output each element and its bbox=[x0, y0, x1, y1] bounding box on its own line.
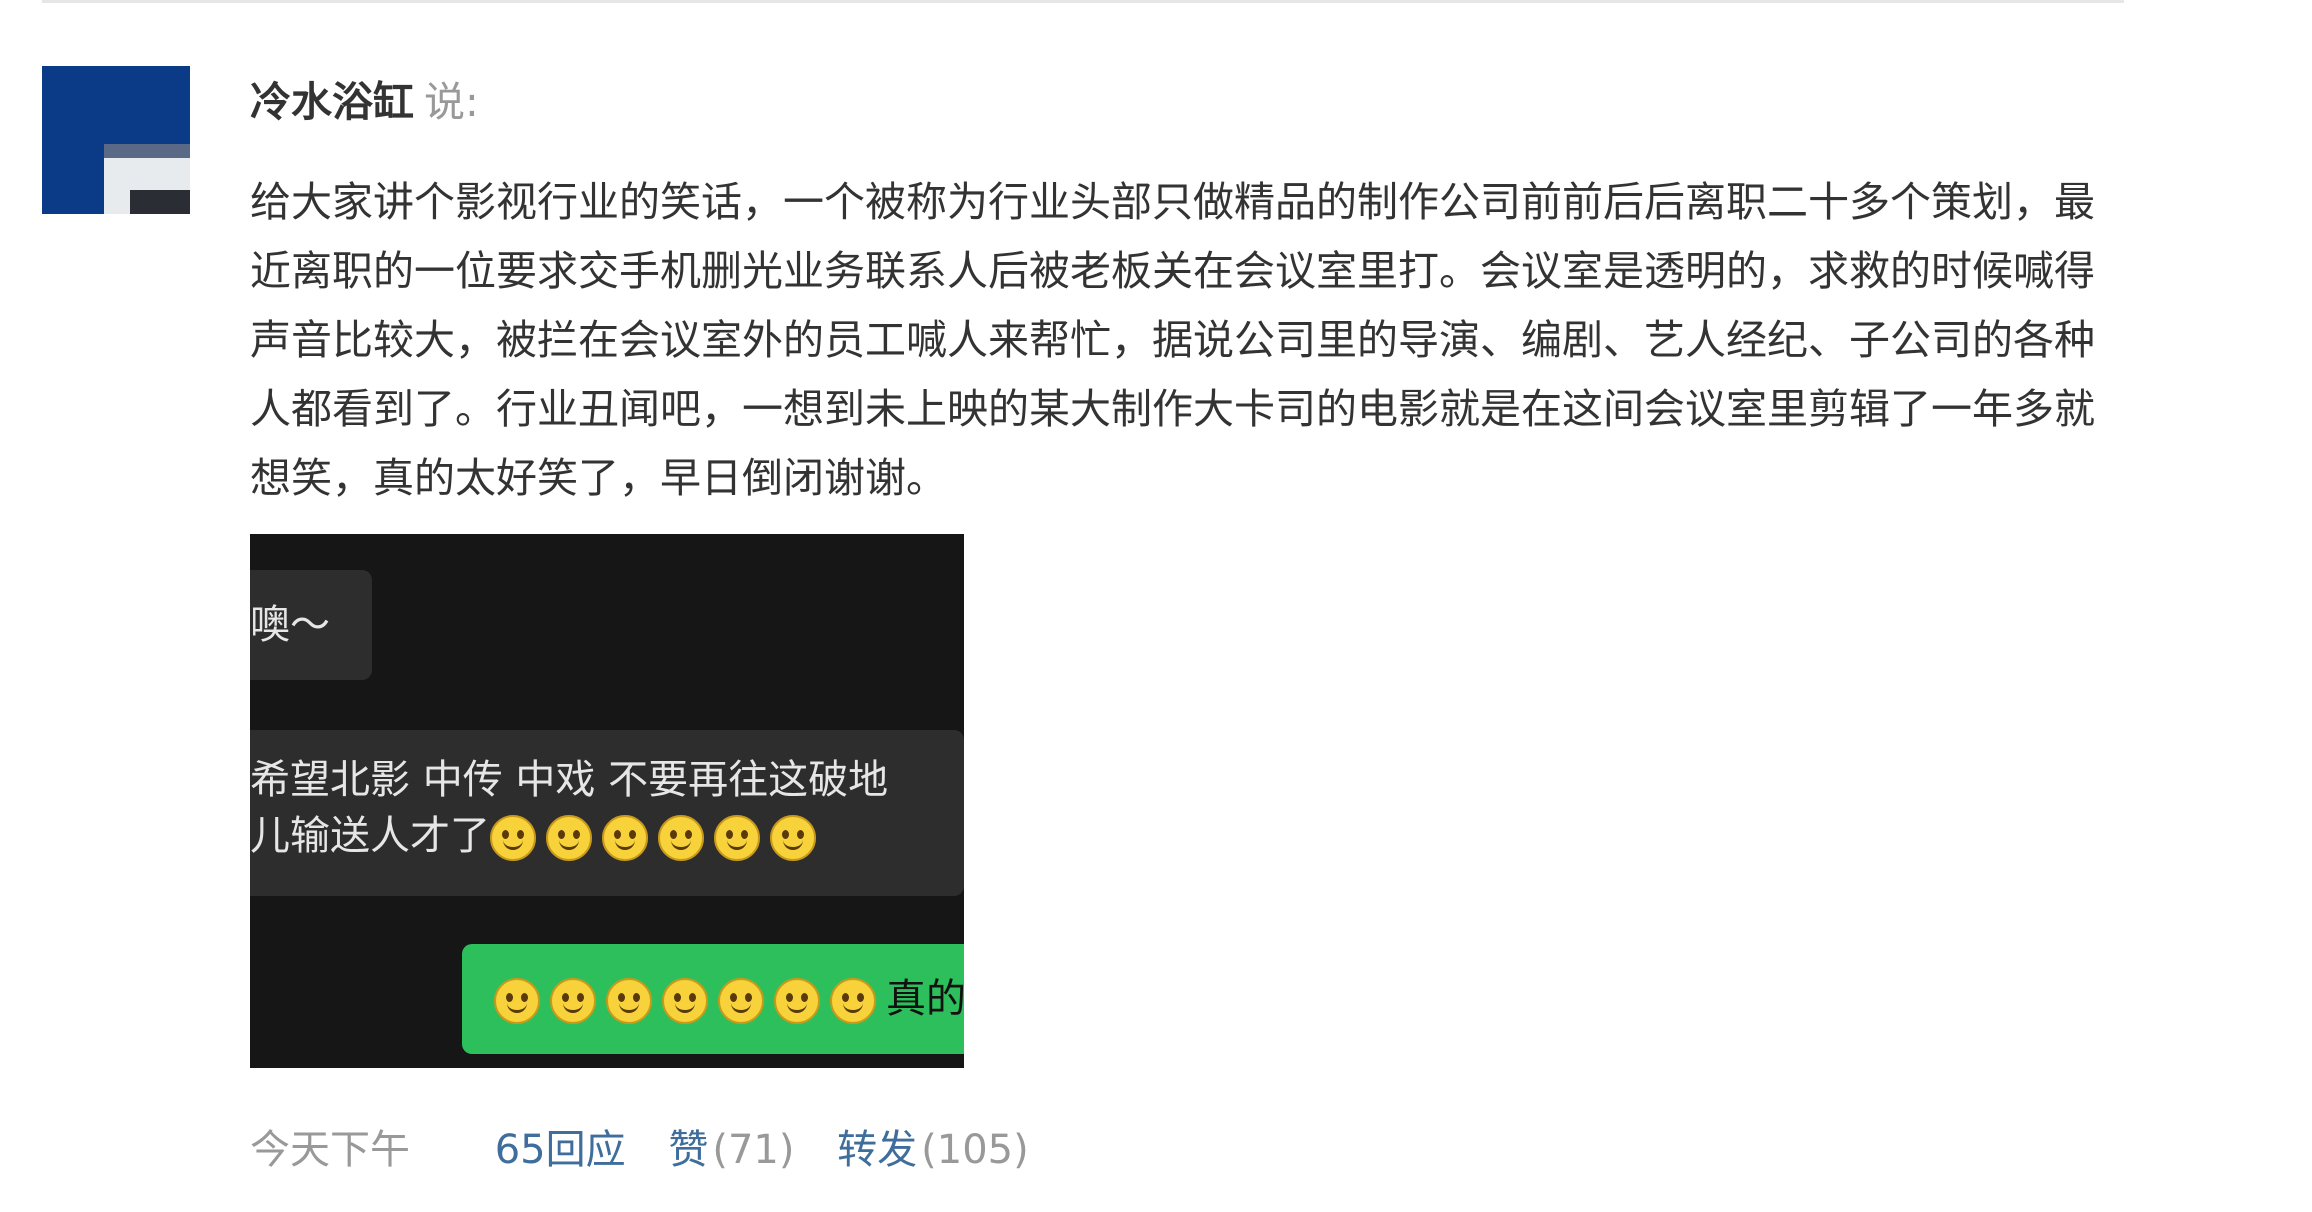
smile-emoji-icon bbox=[550, 978, 596, 1024]
repost-link[interactable]: 转发 bbox=[837, 1127, 917, 1173]
author-name-link[interactable]: 冷水浴缸 bbox=[250, 78, 414, 126]
says-label: 说: bbox=[424, 78, 479, 126]
chat-bubble-sent: 真的 bbox=[462, 944, 964, 1054]
top-divider bbox=[42, 0, 2124, 3]
post-time: 今天下午 bbox=[250, 1127, 410, 1173]
smile-emoji-icon bbox=[770, 815, 816, 861]
emoji-row bbox=[494, 976, 886, 1024]
emoji-row bbox=[490, 813, 826, 861]
like-count: (71) bbox=[712, 1127, 795, 1173]
chat-message-line: 希望北影 中传 中戏 不要再往这破地 bbox=[250, 757, 889, 803]
avatar-detail bbox=[104, 144, 190, 158]
avatar-detail bbox=[130, 190, 190, 214]
chat-message-text: 儿输送人才了 bbox=[250, 813, 490, 859]
post-image[interactable]: 噢～ 希望北影 中传 中戏 不要再往这破地 儿输送人才了 真的 bbox=[250, 534, 964, 1068]
smile-emoji-icon bbox=[602, 815, 648, 861]
smile-emoji-icon bbox=[830, 978, 876, 1024]
smile-emoji-icon bbox=[718, 978, 764, 1024]
smile-emoji-icon bbox=[490, 815, 536, 861]
post-body-text: 给大家讲个影视行业的笑话，一个被称为行业头部只做精品的制作公司前前后后离职二十多… bbox=[250, 178, 2095, 502]
smile-emoji-icon bbox=[658, 815, 704, 861]
chat-bubble-received: 希望北影 中传 中戏 不要再往这破地 儿输送人才了 bbox=[250, 730, 964, 896]
chat-message-text: 真的 bbox=[886, 976, 964, 1022]
chat-bubble-received: 噢～ bbox=[250, 570, 372, 680]
smile-emoji-icon bbox=[662, 978, 708, 1024]
avatar[interactable] bbox=[42, 66, 190, 214]
like-link[interactable]: 赞 bbox=[668, 1127, 708, 1173]
chat-message-line: 儿输送人才了 bbox=[250, 808, 964, 864]
smile-emoji-icon bbox=[546, 815, 592, 861]
repost-count: (105) bbox=[921, 1127, 1029, 1173]
author-line: 冷水浴缸 说: bbox=[250, 72, 479, 132]
smile-emoji-icon bbox=[606, 978, 652, 1024]
chat-message-text: 噢～ bbox=[250, 602, 330, 648]
smile-emoji-icon bbox=[774, 978, 820, 1024]
replies-link[interactable]: 65回应 bbox=[495, 1127, 626, 1173]
smile-emoji-icon bbox=[714, 815, 760, 861]
smile-emoji-icon bbox=[494, 978, 540, 1024]
post-footer: 今天下午 65回应 赞 (71) 转发 (105) bbox=[250, 1120, 1029, 1180]
